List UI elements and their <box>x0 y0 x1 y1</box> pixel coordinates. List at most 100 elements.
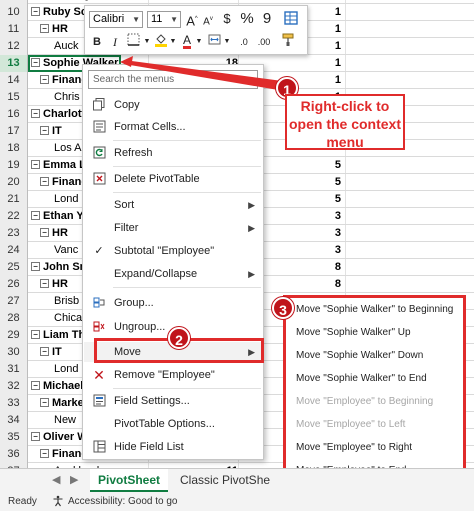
row-number[interactable]: 31 <box>0 361 28 378</box>
row-number[interactable]: 13 <box>0 55 28 72</box>
instruction-callout: Right-click to open the context menu <box>285 94 405 150</box>
menu-item-sort[interactable]: Sort ▶ <box>84 195 263 215</box>
chevron-left-icon[interactable]: ◀ <box>52 473 60 486</box>
row-number[interactable]: 12 <box>0 38 28 55</box>
increase-decimal-icon[interactable]: .0 <box>235 33 253 51</box>
collapse-toggle-icon[interactable]: − <box>40 397 49 407</box>
menu-item-field-settings[interactable]: Field Settings... <box>84 391 263 411</box>
row-number[interactable]: 35 <box>0 429 28 446</box>
row-number[interactable]: 36 <box>0 446 28 463</box>
row-number[interactable]: 29 <box>0 327 28 344</box>
percent-format-button[interactable]: % <box>239 10 255 28</box>
menu-item-subtotal[interactable]: ✓ Subtotal "Employee" <box>84 241 263 261</box>
format-cells-icon <box>92 120 106 134</box>
collapse-toggle-icon[interactable]: − <box>40 176 49 186</box>
mini-toolbar: Calibri ▼ 11 ▼ A^ Av $ % 9 B I ▼ ▼ A ▼ ▼… <box>84 5 308 55</box>
tab-pivotsheet[interactable]: PivotSheet <box>90 469 168 493</box>
row-number[interactable]: 15 <box>0 89 28 106</box>
row-number[interactable]: 10 <box>0 4 28 21</box>
menu-item-expand-collapse[interactable]: Expand/Collapse ▶ <box>84 264 263 284</box>
collapse-toggle-icon[interactable]: − <box>31 329 40 339</box>
row-number[interactable]: 20 <box>0 174 28 191</box>
format-painter-icon[interactable] <box>281 33 297 51</box>
menu-search-input[interactable]: Search the menus <box>88 70 258 89</box>
collapse-toggle-icon[interactable]: − <box>40 278 49 288</box>
collapse-toggle-icon[interactable]: − <box>31 108 40 118</box>
chevron-right-icon: ▶ <box>248 269 255 279</box>
collapse-toggle-icon[interactable]: − <box>40 346 49 356</box>
cell-text: Chris <box>54 91 80 103</box>
collapse-toggle-icon[interactable]: − <box>40 227 49 237</box>
chevron-down-icon[interactable]: ▼ <box>223 33 231 51</box>
row-number[interactable]: 18 <box>0 140 28 157</box>
row-number[interactable]: 25 <box>0 259 28 276</box>
menu-item-label: Filter <box>114 222 139 234</box>
menu-item-copy[interactable]: Copy <box>84 95 263 115</box>
collapse-toggle-icon[interactable]: − <box>31 210 40 220</box>
row-number[interactable]: 32 <box>0 378 28 395</box>
collapse-toggle-icon[interactable]: − <box>31 261 40 271</box>
collapse-toggle-icon[interactable]: − <box>31 380 40 390</box>
collapse-toggle-icon[interactable]: − <box>40 125 49 135</box>
grow-font-button[interactable]: A^ <box>185 10 199 28</box>
font-name-select[interactable]: Calibri ▼ <box>89 11 143 28</box>
row-number[interactable]: 21 <box>0 191 28 208</box>
row-number[interactable]: 27 <box>0 293 28 310</box>
menu-item-hide-field-list[interactable]: Hide Field List <box>84 437 263 457</box>
row-number[interactable]: 23 <box>0 225 28 242</box>
collapse-toggle-icon[interactable]: − <box>31 159 40 169</box>
italic-button[interactable]: I <box>107 33 123 51</box>
row-number[interactable]: 17 <box>0 123 28 140</box>
row-number[interactable]: 33 <box>0 395 28 412</box>
status-accessibility[interactable]: Accessibility: Good to go <box>68 492 178 511</box>
row-number[interactable]: 24 <box>0 242 28 259</box>
menu-item-label: Delete PivotTable <box>114 173 200 185</box>
chevron-down-icon[interactable]: ▼ <box>143 33 151 51</box>
decrease-decimal-icon[interactable]: .00 <box>255 33 273 51</box>
font-color-icon[interactable]: A <box>179 31 195 49</box>
collapse-toggle-icon[interactable]: − <box>31 6 40 16</box>
fill-color-icon[interactable] <box>153 33 169 51</box>
menu-item-label: Refresh <box>114 147 153 159</box>
menu-item-filter[interactable]: Filter ▶ <box>84 218 263 238</box>
menu-item-format-cells[interactable]: Format Cells... <box>84 117 263 137</box>
cell-text: Michael <box>43 380 84 392</box>
bold-button[interactable]: B <box>89 33 105 51</box>
menu-item-group[interactable]: Group... <box>84 293 263 313</box>
cell-text: HR <box>52 227 68 239</box>
font-size-select[interactable]: 11 ▼ <box>147 11 181 28</box>
accessibility-icon[interactable] <box>52 492 64 511</box>
tab-classic-pivotsheet[interactable]: Classic PivotShe <box>178 469 288 493</box>
menu-item-refresh[interactable]: Refresh <box>84 143 263 163</box>
borders-icon[interactable] <box>125 33 141 51</box>
collapse-toggle-icon[interactable]: − <box>31 431 40 441</box>
row-number[interactable]: 26 <box>0 276 28 293</box>
cell-text: Lond <box>54 193 79 205</box>
chevron-right-icon[interactable]: ▶ <box>70 473 78 486</box>
row-number[interactable]: 11 <box>0 21 28 38</box>
comma-style-button[interactable]: 9 <box>259 10 275 28</box>
row-number[interactable]: 28 <box>0 310 28 327</box>
chevron-down-icon[interactable]: ▼ <box>195 33 203 51</box>
collapse-toggle-icon[interactable]: − <box>40 448 49 458</box>
collapse-toggle-icon[interactable]: − <box>40 74 49 84</box>
menu-item-pivottable-options[interactable]: PivotTable Options... <box>84 414 263 434</box>
delete-table-icon <box>92 172 106 186</box>
merge-cells-icon[interactable] <box>207 33 221 51</box>
table-format-icon[interactable] <box>283 11 299 29</box>
row-number[interactable]: 22 <box>0 208 28 225</box>
collapse-toggle-icon[interactable]: − <box>40 23 49 33</box>
row-number[interactable]: 30 <box>0 344 28 361</box>
chevron-down-icon[interactable]: ▼ <box>169 33 177 51</box>
menu-item-delete-pivottable[interactable]: Delete PivotTable <box>84 169 263 189</box>
menu-separator <box>113 388 261 389</box>
menu-item-remove-employee[interactable]: ✕ Remove "Employee" <box>84 365 263 385</box>
row-number[interactable]: 34 <box>0 412 28 429</box>
row-number[interactable]: 16 <box>0 106 28 123</box>
step-badge-2: 2 <box>168 327 190 349</box>
currency-format-button[interactable]: $ <box>219 10 235 28</box>
row-number[interactable]: 14 <box>0 72 28 89</box>
shrink-font-button[interactable]: Av <box>201 10 215 28</box>
row-number[interactable]: 19 <box>0 157 28 174</box>
ungroup-icon <box>92 320 106 334</box>
